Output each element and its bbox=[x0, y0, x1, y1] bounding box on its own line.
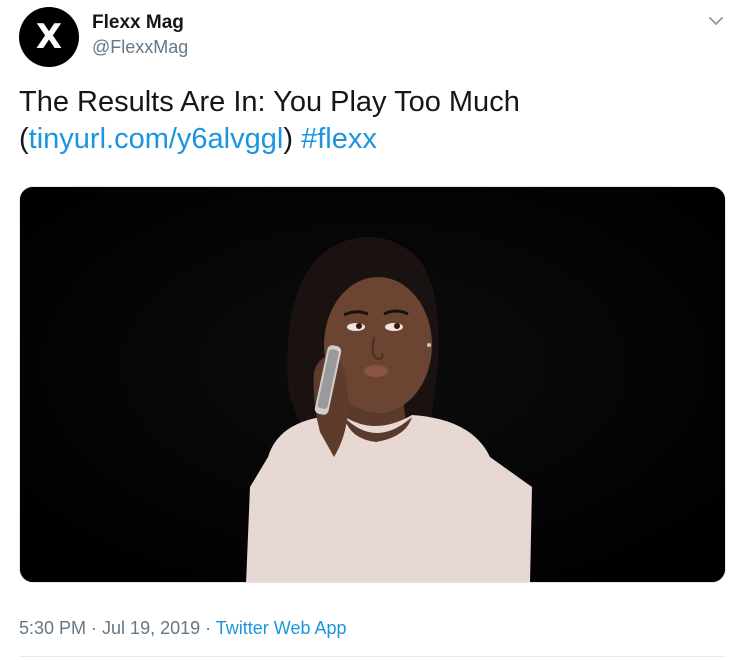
tweet-date[interactable]: Jul 19, 2019 bbox=[102, 618, 200, 638]
tweet-meta: 5:30 PM · Jul 19, 2019 · Twitter Web App bbox=[19, 618, 347, 639]
tweet-media[interactable] bbox=[19, 186, 726, 583]
avatar[interactable]: X bbox=[19, 7, 79, 67]
author-handle[interactable]: @FlexxMag bbox=[92, 37, 188, 58]
meta-separator: · bbox=[86, 618, 103, 638]
paren-close: ) bbox=[283, 123, 293, 155]
avatar-letter: X bbox=[35, 17, 63, 57]
tweet-time[interactable]: 5:30 PM bbox=[19, 618, 86, 638]
media-photo bbox=[20, 187, 725, 582]
divider bbox=[19, 656, 726, 657]
author-name[interactable]: Flexx Mag bbox=[92, 12, 184, 34]
tweet-card: X Flexx Mag @FlexxMag The Results Are In… bbox=[0, 0, 745, 660]
hashtag-link[interactable]: #flexx bbox=[301, 123, 377, 155]
tweet-source[interactable]: Twitter Web App bbox=[216, 618, 347, 638]
tweet-headline: The Results Are In: You Play Too Much bbox=[19, 86, 520, 118]
tweet-text: The Results Are In: You Play Too Much (t… bbox=[19, 84, 719, 158]
chevron-down-icon[interactable] bbox=[705, 12, 727, 30]
paren-open: ( bbox=[19, 123, 29, 155]
tweet-link[interactable]: tinyurl.com/y6alvggl bbox=[29, 123, 284, 155]
meta-separator: · bbox=[200, 618, 216, 638]
